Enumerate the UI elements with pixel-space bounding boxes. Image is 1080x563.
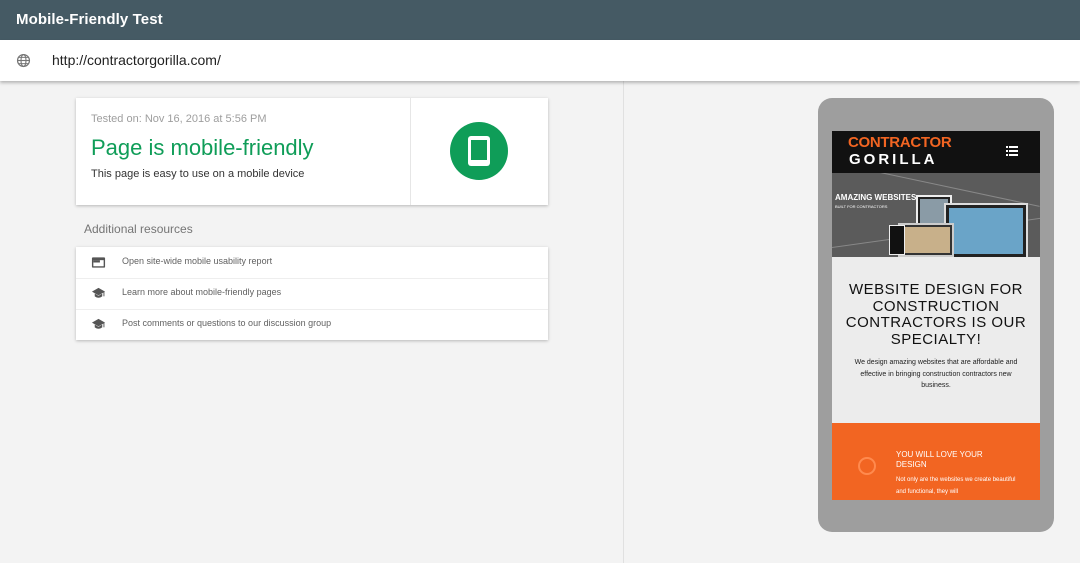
- card-separator: [410, 98, 411, 205]
- feature-section: YOU WILL LOVE YOUR DESIGN Not only are t…: [832, 423, 1040, 500]
- monitor-image: [944, 203, 1028, 257]
- url-text[interactable]: http://contractorgorilla.com/: [52, 52, 221, 68]
- mobile-preview-screen[interactable]: CONTRACTOR GORILLA AMAZING WEBSITES BUIL…: [832, 131, 1040, 500]
- web-report-icon: [91, 257, 106, 268]
- panel-divider: [623, 81, 624, 563]
- result-card: Tested on: Nov 16, 2016 at 5:56 PM Page …: [76, 98, 548, 205]
- laptop-image: [898, 223, 954, 257]
- resource-item-discussion-group[interactable]: Post comments or questions to our discus…: [76, 309, 548, 340]
- hamburger-menu-icon[interactable]: [1006, 146, 1018, 156]
- hero-banner: AMAZING WEBSITES BUILT FOR CONTRACTORS: [832, 173, 1040, 257]
- smartphone-icon: [468, 136, 490, 166]
- app-title: Mobile-Friendly Test: [16, 11, 163, 28]
- resources-list: Open site-wide mobile usability report L…: [76, 247, 548, 340]
- feature-body: Not only are the websites we create beau…: [896, 477, 1016, 495]
- school-icon: [91, 287, 106, 298]
- site-header: CONTRACTOR GORILLA: [832, 131, 1040, 173]
- resource-label: Post comments or questions to our discus…: [122, 318, 332, 328]
- site-logo-bottom: GORILLA: [849, 151, 938, 168]
- feature-icon: [858, 457, 876, 475]
- verdict-heading: Page is mobile-friendly: [91, 135, 314, 160]
- verdict-description: This page is easy to use on a mobile dev…: [91, 168, 305, 180]
- resource-label: Open site-wide mobile usability report: [122, 256, 273, 266]
- mobile-friendly-badge: [450, 122, 508, 180]
- resources-heading: Additional resources: [84, 222, 193, 236]
- resource-item-usability-report[interactable]: Open site-wide mobile usability report: [76, 247, 548, 279]
- site-headline: WEBSITE DESIGN FOR CONSTRUCTION CONTRACT…: [845, 281, 1027, 348]
- resource-label: Learn more about mobile-friendly pages: [122, 287, 282, 297]
- site-body-text: We design amazing websites that are affo…: [854, 359, 1018, 389]
- tested-on-timestamp: Tested on: Nov 16, 2016 at 5:56 PM: [91, 113, 267, 125]
- hero-subtitle: BUILT FOR CONTRACTORS: [835, 204, 888, 209]
- school-icon: [91, 318, 106, 329]
- feature-title: YOU WILL LOVE YOUR DESIGN: [896, 450, 983, 469]
- site-logo-top: CONTRACTOR: [848, 134, 952, 151]
- phone-image: [889, 225, 905, 255]
- resource-item-learn-more[interactable]: Learn more about mobile-friendly pages: [76, 278, 548, 310]
- app-header: Mobile-Friendly Test: [0, 0, 1080, 40]
- globe-icon: [16, 53, 31, 68]
- url-bar: http://contractorgorilla.com/: [0, 40, 1080, 81]
- hero-title: AMAZING WEBSITES: [835, 193, 917, 202]
